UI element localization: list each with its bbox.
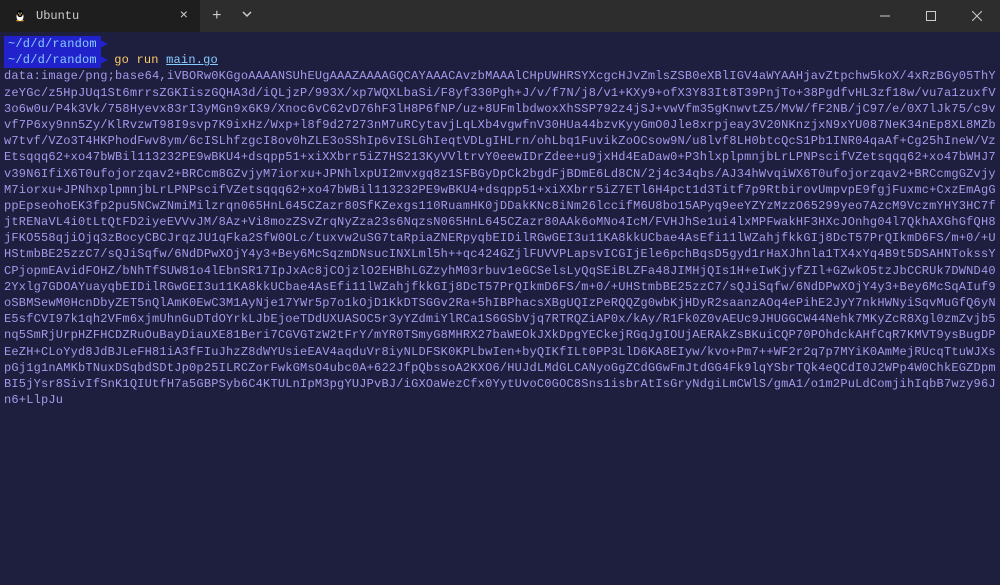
- prompt-arrow-icon: ▶: [101, 36, 108, 52]
- close-button[interactable]: [954, 0, 1000, 32]
- tabs-area: Ubuntu × +: [0, 0, 260, 32]
- terminal-output: data:image/png;base64,iVBORw0KGgoAAAANSU…: [4, 68, 1000, 408]
- command-sub: run: [136, 53, 158, 67]
- command: go run main.go: [114, 52, 218, 68]
- penguin-icon: [12, 8, 28, 24]
- titlebar: Ubuntu × +: [0, 0, 1000, 32]
- tab-ubuntu[interactable]: Ubuntu ×: [0, 0, 200, 32]
- prompt-path: ~/d/d/random: [4, 36, 101, 52]
- tab-title: Ubuntu: [36, 9, 172, 23]
- command-arg: main.go: [166, 53, 218, 67]
- minimize-button[interactable]: [862, 0, 908, 32]
- command-bin: go: [114, 53, 129, 67]
- prompt-line-1: ~/d/d/random▶: [4, 36, 1000, 52]
- close-icon[interactable]: ×: [180, 8, 188, 24]
- new-tab-button[interactable]: +: [200, 7, 234, 25]
- prompt-path: ~/d/d/random: [4, 52, 101, 68]
- chevron-down-icon[interactable]: [234, 9, 260, 23]
- window-controls: [862, 0, 1000, 32]
- terminal[interactable]: ~/d/d/random▶ ~/d/d/random▶ go run main.…: [0, 32, 1000, 408]
- maximize-button[interactable]: [908, 0, 954, 32]
- prompt-line-2: ~/d/d/random▶ go run main.go: [4, 52, 1000, 68]
- prompt-arrow-icon: ▶: [101, 52, 108, 68]
